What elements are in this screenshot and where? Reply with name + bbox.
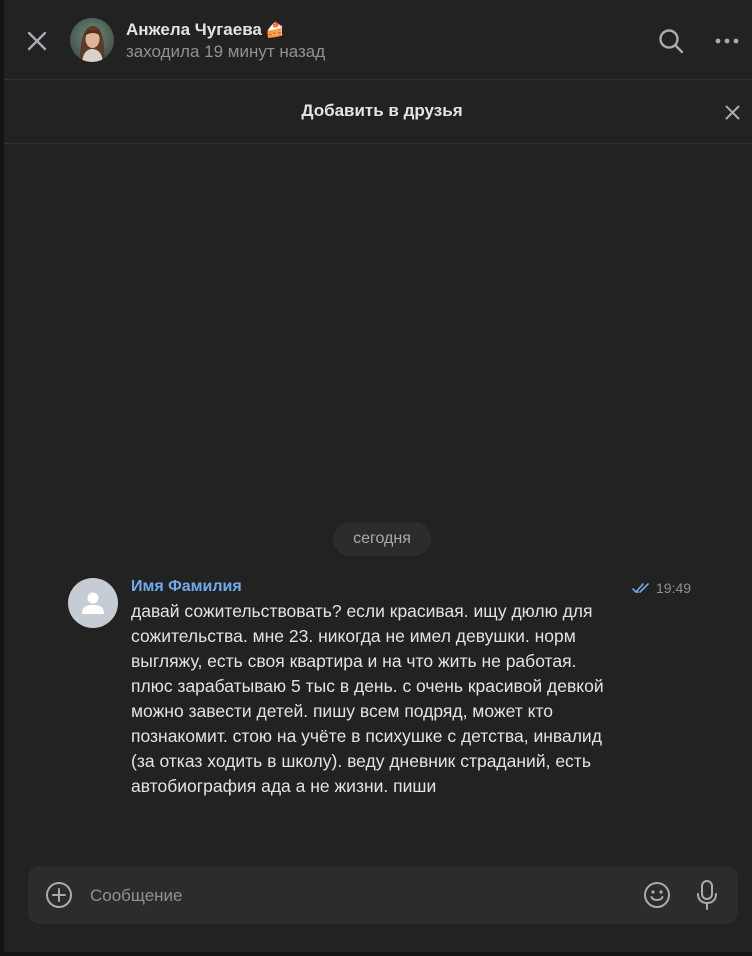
message-text: давай сожительствовать? если красивая. и…	[131, 601, 604, 796]
sender-avatar[interactable]	[68, 578, 118, 628]
chat-window: Анжела Чугаева 🍰 заходила 19 минут назад …	[4, 0, 752, 952]
close-icon	[27, 31, 47, 51]
user-icon	[82, 592, 104, 614]
add-friend-banner: Добавить в друзья	[4, 80, 752, 144]
message-input[interactable]	[88, 876, 632, 916]
contact-name-text: Анжела Чугаева	[126, 20, 262, 39]
voice-message-button[interactable]	[692, 880, 722, 910]
close-icon	[725, 105, 739, 119]
more-icon	[715, 38, 739, 44]
cake-emoji: 🍰	[265, 22, 285, 39]
attach-button[interactable]	[44, 880, 74, 910]
search-icon	[659, 29, 684, 54]
close-banner-button[interactable]	[720, 100, 744, 124]
message-author[interactable]: Имя Фамилия	[131, 578, 242, 596]
contact-avatar[interactable]	[70, 18, 114, 62]
contact-name[interactable]: Анжела Чугаева 🍰	[126, 20, 285, 40]
contact-status: заходила 19 минут назад	[126, 42, 326, 61]
search-button[interactable]	[656, 26, 686, 56]
smile-icon	[644, 882, 670, 908]
microphone-icon	[697, 880, 717, 910]
add-circle-icon	[46, 882, 72, 908]
double-check-icon	[632, 583, 649, 593]
chat-header: Анжела Чугаева 🍰 заходила 19 минут назад	[4, 0, 752, 80]
emoji-button[interactable]	[642, 880, 672, 910]
more-button[interactable]	[712, 26, 742, 56]
message-composer	[28, 866, 738, 924]
message-time-block: 19:49	[632, 580, 691, 596]
date-separator: сегодня	[333, 522, 431, 556]
add-friend-button[interactable]: Добавить в друзья	[4, 80, 752, 142]
close-chat-button[interactable]	[22, 26, 52, 56]
message-time: 19:49	[656, 580, 692, 596]
